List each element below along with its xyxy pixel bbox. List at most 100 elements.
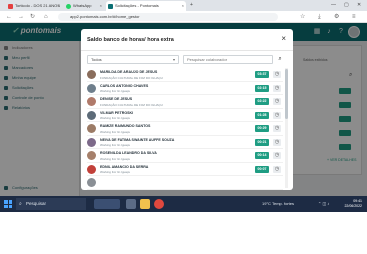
bookmark-icon[interactable]: ☆ — [300, 11, 305, 23]
employee-name: CARLOS ANTONIO CHAVES — [100, 83, 149, 88]
url-field[interactable]: app2.pontomais.com.br/#/home_gestor — [58, 13, 278, 21]
balance-badge: 01:28 — [255, 111, 269, 119]
avatar — [87, 164, 96, 174]
empty-area — [0, 212, 367, 254]
modal-title: Saldo banco de horas/ hora extra — [87, 37, 174, 43]
balance-badge: 03:37 — [255, 71, 269, 78]
clock-icon[interactable]: ◷ — [273, 125, 281, 132]
employee-team: FUNDAÇÃO CULTURAL DE FOZ DO IGUAÇU — [100, 75, 163, 80]
task-view-icon[interactable] — [126, 199, 136, 209]
balance-badge: 02:22 — [255, 98, 269, 105]
list-item: DENISE DE JESUS FUNDAÇÃO CULTURAL DE FOZ… — [87, 95, 283, 109]
search-icon[interactable]: ⌕ — [274, 55, 286, 64]
taskbar-search[interactable]: ⌕ Pesquisar — [16, 198, 86, 210]
scrollbar-thumb[interactable] — [285, 69, 288, 119]
avatar — [87, 70, 96, 79]
employee-team: Working For Iin Iguaçu — [100, 143, 131, 147]
home-icon[interactable]: ⌂ — [44, 11, 48, 23]
search-input[interactable] — [183, 55, 273, 64]
back-icon[interactable]: ← — [6, 11, 12, 23]
clock-icon[interactable]: ◷ — [273, 84, 281, 92]
avatar — [87, 151, 96, 160]
menu-icon[interactable]: ≡ — [352, 11, 356, 23]
employee-team: Working For Iin Iguaçu — [100, 116, 131, 120]
new-tab-button[interactable]: + — [190, 0, 193, 11]
clock[interactable]: 09:41 22/06/2022 — [340, 199, 362, 209]
employee-name: DENISE DE JESUS — [100, 97, 133, 101]
avatar — [87, 110, 96, 120]
list-item: NEIVA DE FATIMA SWAINTE AUFFE SOUZA Work… — [87, 136, 283, 149]
avatar — [87, 97, 96, 106]
windows-start-icon[interactable] — [4, 200, 12, 208]
screen: Torticolo - DOS 21 ANOS × WhatsApp × Sol… — [0, 0, 367, 212]
tab-favicon-icon — [8, 4, 13, 9]
tray-icons[interactable]: ⌃ ◫ ♪ — [318, 196, 329, 212]
tab-label: WhatsApp — [73, 3, 92, 8]
employee-name: VILMAR PETROSKI — [100, 110, 134, 115]
list-item: ROSENILDA LEANDRO DA SILVA Working For I… — [87, 149, 283, 163]
balance-badge: 00:07 — [255, 165, 269, 173]
avatar — [87, 137, 96, 147]
employee-team: Working For Iin Iguaçu — [100, 156, 131, 161]
list-item: EDNIL AMANCIO DA SERRA Working For Iin I… — [87, 163, 283, 176]
divider — [81, 50, 293, 51]
list-item — [87, 176, 283, 190]
balance-modal: Saldo banco de horas/ hora extra × Todos… — [81, 29, 293, 190]
list-item: MARILDA DE ARAUJO DE JESUS FUNDAÇÃO CULT… — [87, 68, 283, 82]
news-widget[interactable] — [94, 199, 120, 209]
avatar — [87, 124, 96, 133]
employee-name: EDNIL AMANCIO DA SERRA — [100, 164, 149, 169]
list-item: VILMAR PETROSKI Working For Iin Iguaçu 0… — [87, 109, 283, 122]
balance-badge: 00:14 — [255, 152, 269, 159]
close-icon[interactable]: × — [100, 1, 102, 11]
url-text: app2.pontomais.com.br/#/home_gestor — [70, 14, 140, 19]
balance-badge: 00:29 — [255, 125, 269, 132]
forward-icon[interactable]: → — [18, 11, 24, 23]
search-icon: ⌕ — [19, 201, 22, 207]
address-bar-row: ← → ↻ ⌂ app2.pontomais.com.br/#/home_ges… — [0, 11, 367, 23]
reload-icon[interactable]: ↻ — [30, 11, 35, 23]
tab-label: Torticolo - DOS 21 ANOS — [15, 3, 60, 8]
browser-tab-active[interactable]: Solicitações - Pontomais × — [106, 1, 186, 11]
browser-tab[interactable]: Torticolo - DOS 21 ANOS × — [6, 1, 62, 11]
clock-icon[interactable]: ◷ — [273, 71, 281, 78]
close-window-icon[interactable]: ✕ — [357, 0, 361, 11]
employee-name: RAMIZE RAIMUNDO SANTOS — [100, 124, 151, 128]
extensions-icon[interactable]: ⚙ — [334, 11, 339, 23]
close-icon[interactable]: × — [58, 1, 60, 11]
clock-icon[interactable]: ◷ — [273, 138, 281, 146]
employee-team: FUNDAÇÃO CULTURAL DE FOZ DO IGUAÇU — [100, 102, 163, 107]
close-icon[interactable]: × — [182, 1, 184, 11]
chrome-icon[interactable] — [154, 199, 164, 209]
tab-label: Solicitações - Pontomais — [115, 3, 159, 8]
balance-badge: 02:15 — [255, 84, 269, 92]
whatsapp-icon — [66, 4, 71, 9]
employee-team: Working For Iin Iguaçu — [100, 89, 131, 93]
clock-icon[interactable]: ◷ — [273, 165, 281, 173]
clock-icon[interactable]: ◷ — [273, 111, 281, 119]
employee-team: Working For Iin Iguaçu — [100, 170, 131, 174]
pontomais-favicon-icon — [108, 4, 113, 9]
clock-icon[interactable]: ◷ — [273, 98, 281, 105]
downloads-icon[interactable]: ⤓ — [318, 11, 321, 23]
close-icon[interactable]: × — [281, 34, 286, 44]
taskbar-search-text: Pesquisar — [26, 201, 47, 206]
maximize-icon[interactable]: ▢ — [344, 0, 349, 11]
weather-status[interactable]: 19°C Temp. fortes — [262, 196, 294, 212]
filter-select[interactable]: Todos ▾ — [87, 55, 179, 64]
employee-name: ROSENILDA LEANDRO DA SILVA — [100, 151, 157, 155]
clock-icon[interactable]: ◷ — [273, 152, 281, 159]
browser-tab-bar: Torticolo - DOS 21 ANOS × WhatsApp × Sol… — [0, 0, 367, 11]
minimize-icon[interactable]: — — [331, 0, 336, 11]
chevron-down-icon: ▾ — [172, 57, 175, 62]
taskbar: ⌕ Pesquisar 19°C Temp. fortes ⌃ ◫ ♪ 09:4… — [0, 196, 367, 212]
balance-badge: 00:21 — [255, 138, 269, 146]
avatar — [87, 83, 96, 93]
employee-name: NEIVA DE FATIMA SWAINTE AUFFE SOUZA — [100, 137, 175, 142]
clock-date: 22/06/2022 — [344, 204, 362, 208]
employee-name: MARILDA DE ARAUJO DE JESUS — [100, 70, 158, 74]
file-explorer-icon[interactable] — [140, 199, 150, 209]
browser-tab[interactable]: WhatsApp × — [64, 1, 104, 11]
list-item: CARLOS ANTONIO CHAVES Working For Iin Ig… — [87, 82, 283, 95]
employee-list: MARILDA DE ARAUJO DE JESUS FUNDAÇÃO CULT… — [87, 68, 283, 190]
